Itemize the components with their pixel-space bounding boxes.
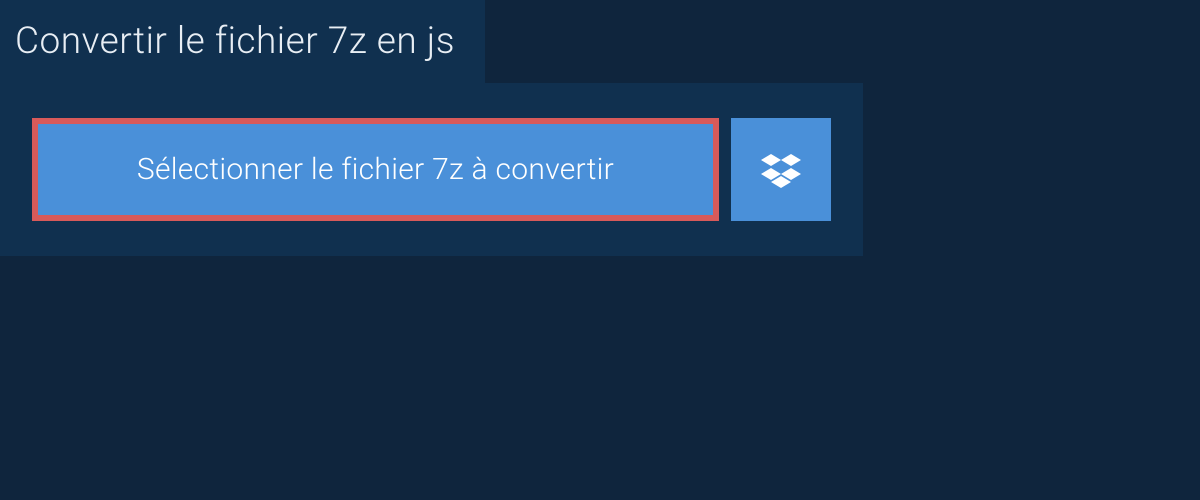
page-title: Convertir le fichier 7z en js <box>15 20 455 63</box>
header-container: Convertir le fichier 7z en js <box>0 0 485 83</box>
select-file-button[interactable]: Sélectionner le fichier 7z à convertir <box>32 118 719 221</box>
select-file-button-label: Sélectionner le fichier 7z à convertir <box>137 152 614 187</box>
upload-panel: Sélectionner le fichier 7z à convertir <box>0 83 863 256</box>
dropbox-button[interactable] <box>731 118 831 221</box>
dropbox-icon <box>761 150 801 190</box>
